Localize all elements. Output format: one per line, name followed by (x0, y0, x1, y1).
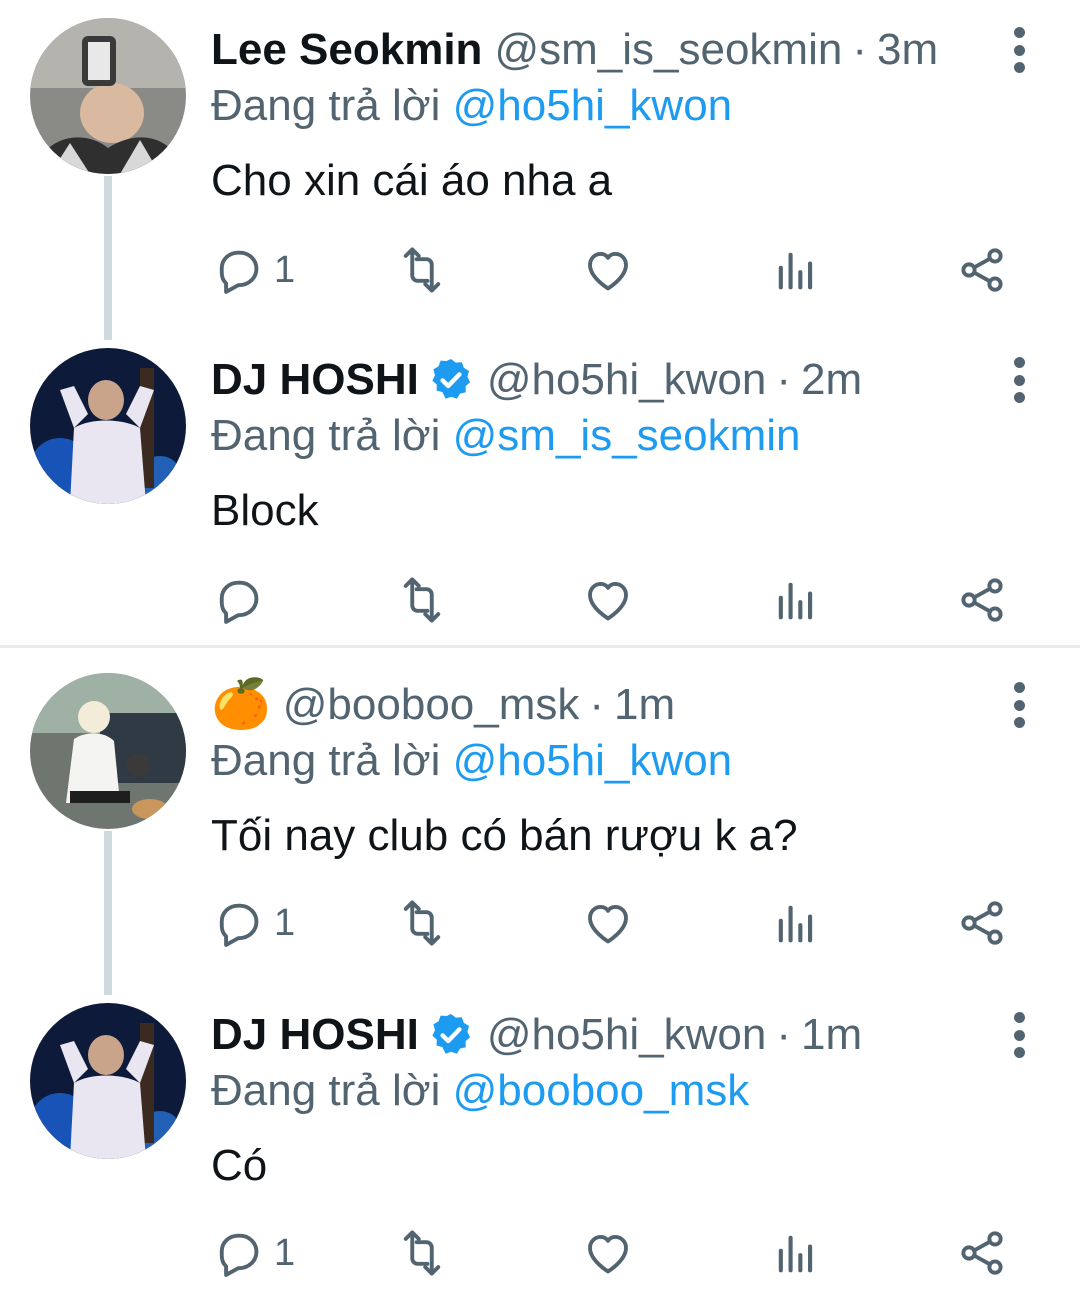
like-icon (582, 244, 634, 296)
reply-icon (212, 1227, 264, 1279)
replying-label: Đang trả lời (211, 81, 441, 130)
like-icon (582, 897, 634, 949)
share-icon (956, 574, 1008, 626)
retweet-button[interactable] (396, 1223, 448, 1283)
views-button[interactable] (770, 1223, 822, 1283)
avatar[interactable] (30, 18, 186, 174)
mention-link[interactable]: @sm_is_seokmin (453, 411, 801, 460)
share-button[interactable] (956, 1223, 1008, 1283)
retweet-icon (396, 1227, 448, 1279)
mention-link[interactable]: @ho5hi_kwon (453, 81, 733, 130)
separator: · (776, 355, 791, 404)
replying-to: Đang trả lời @booboo_msk (211, 1063, 749, 1119)
reply-button[interactable]: 1 (212, 893, 295, 953)
views-button[interactable] (770, 240, 822, 300)
share-button[interactable] (956, 240, 1008, 300)
display-name[interactable]: DJ HOSHI (211, 352, 419, 408)
retweet-button[interactable] (396, 893, 448, 953)
action-bar: 1 (0, 240, 1080, 300)
replying-to: Đang trả lời @sm_is_seokmin (211, 408, 801, 464)
action-bar (0, 570, 1080, 630)
reply-icon (212, 897, 264, 949)
share-icon (956, 244, 1008, 296)
tweet-header: 🍊 @booboo_msk · 1m (211, 677, 970, 733)
tweet-header: DJ HOSHI @ho5hi_kwon · 2m (211, 352, 970, 408)
mention-link[interactable]: @ho5hi_kwon (453, 736, 733, 785)
avatar[interactable] (30, 1003, 186, 1159)
more-options-icon[interactable] (1004, 682, 1034, 728)
views-icon (770, 574, 822, 626)
replying-label: Đang trả lời (211, 1066, 441, 1115)
timestamp[interactable]: 2m (801, 352, 862, 408)
verified-badge-icon (427, 356, 475, 404)
like-button[interactable] (582, 240, 634, 300)
tweet[interactable]: DJ HOSHI @ho5hi_kwon · 2m Đang trả lời @… (0, 330, 1080, 646)
tweet[interactable]: 🍊 @booboo_msk · 1m Đang trả lời @ho5hi_k… (0, 655, 1080, 995)
username[interactable]: @booboo_msk (283, 677, 580, 733)
separator: · (776, 1010, 791, 1059)
reply-count: 1 (274, 248, 296, 291)
retweet-button[interactable] (396, 570, 448, 630)
retweet-icon (396, 244, 448, 296)
like-button[interactable] (582, 893, 634, 953)
avatar[interactable] (30, 673, 186, 829)
retweet-icon (396, 574, 448, 626)
tweet[interactable]: DJ HOSHI @ho5hi_kwon · 1m Đang trả lời @… (0, 985, 1080, 1299)
reply-count: 1 (274, 901, 296, 944)
replying-label: Đang trả lời (211, 736, 441, 785)
timestamp[interactable]: 3m (877, 22, 938, 78)
tweet-text: Block (211, 486, 319, 535)
action-bar: 1 (0, 1223, 1080, 1283)
like-button[interactable] (582, 1223, 634, 1283)
views-icon (770, 897, 822, 949)
timestamp[interactable]: 1m (614, 677, 675, 733)
tweet-text: Có (211, 1141, 268, 1190)
display-name[interactable]: Lee Seokmin (211, 22, 482, 78)
tweet[interactable]: Lee Seokmin @sm_is_seokmin · 3m Đang trả… (0, 0, 1080, 340)
verified-badge-icon (427, 1011, 475, 1059)
display-name[interactable]: DJ HOSHI (211, 1007, 419, 1063)
views-button[interactable] (770, 893, 822, 953)
mention-link[interactable]: @booboo_msk (453, 1066, 750, 1115)
reply-icon (212, 574, 264, 626)
username[interactable]: @ho5hi_kwon (487, 1007, 767, 1063)
share-button[interactable] (956, 893, 1008, 953)
username[interactable]: @sm_is_seokmin (494, 22, 842, 78)
views-icon (770, 244, 822, 296)
replying-to: Đang trả lời @ho5hi_kwon (211, 733, 732, 789)
more-options-icon[interactable] (1004, 27, 1034, 73)
reply-icon (212, 244, 264, 296)
reply-button[interactable]: 1 (212, 1223, 295, 1283)
avatar[interactable] (30, 348, 186, 504)
share-button[interactable] (956, 570, 1008, 630)
tweet-text: Cho xin cái áo nha a (211, 156, 613, 205)
orange-emoji-name[interactable]: 🍊 (211, 677, 271, 733)
like-icon (582, 574, 634, 626)
share-icon (956, 897, 1008, 949)
replying-label: Đang trả lời (211, 411, 441, 460)
more-options-icon[interactable] (1004, 357, 1034, 403)
retweet-icon (396, 897, 448, 949)
username[interactable]: @ho5hi_kwon (487, 352, 767, 408)
thread-divider (0, 645, 1080, 648)
separator: · (852, 25, 867, 74)
tweet-header: DJ HOSHI @ho5hi_kwon · 1m (211, 1007, 970, 1063)
separator: · (589, 680, 605, 729)
more-options-icon[interactable] (1004, 1012, 1034, 1058)
replying-to: Đang trả lời @ho5hi_kwon (211, 78, 732, 134)
reply-count: 1 (274, 1231, 296, 1274)
timestamp[interactable]: 1m (801, 1007, 862, 1063)
tweet-text: Tối nay club có bán rượu k a? (211, 811, 798, 860)
like-button[interactable] (582, 570, 634, 630)
reply-button[interactable] (212, 570, 274, 630)
action-bar: 1 (0, 893, 1080, 953)
reply-button[interactable]: 1 (212, 240, 295, 300)
tweet-header: Lee Seokmin @sm_is_seokmin · 3m (211, 22, 970, 78)
retweet-button[interactable] (396, 240, 448, 300)
views-icon (770, 1227, 822, 1279)
like-icon (582, 1227, 634, 1279)
views-button[interactable] (770, 570, 822, 630)
share-icon (956, 1227, 1008, 1279)
